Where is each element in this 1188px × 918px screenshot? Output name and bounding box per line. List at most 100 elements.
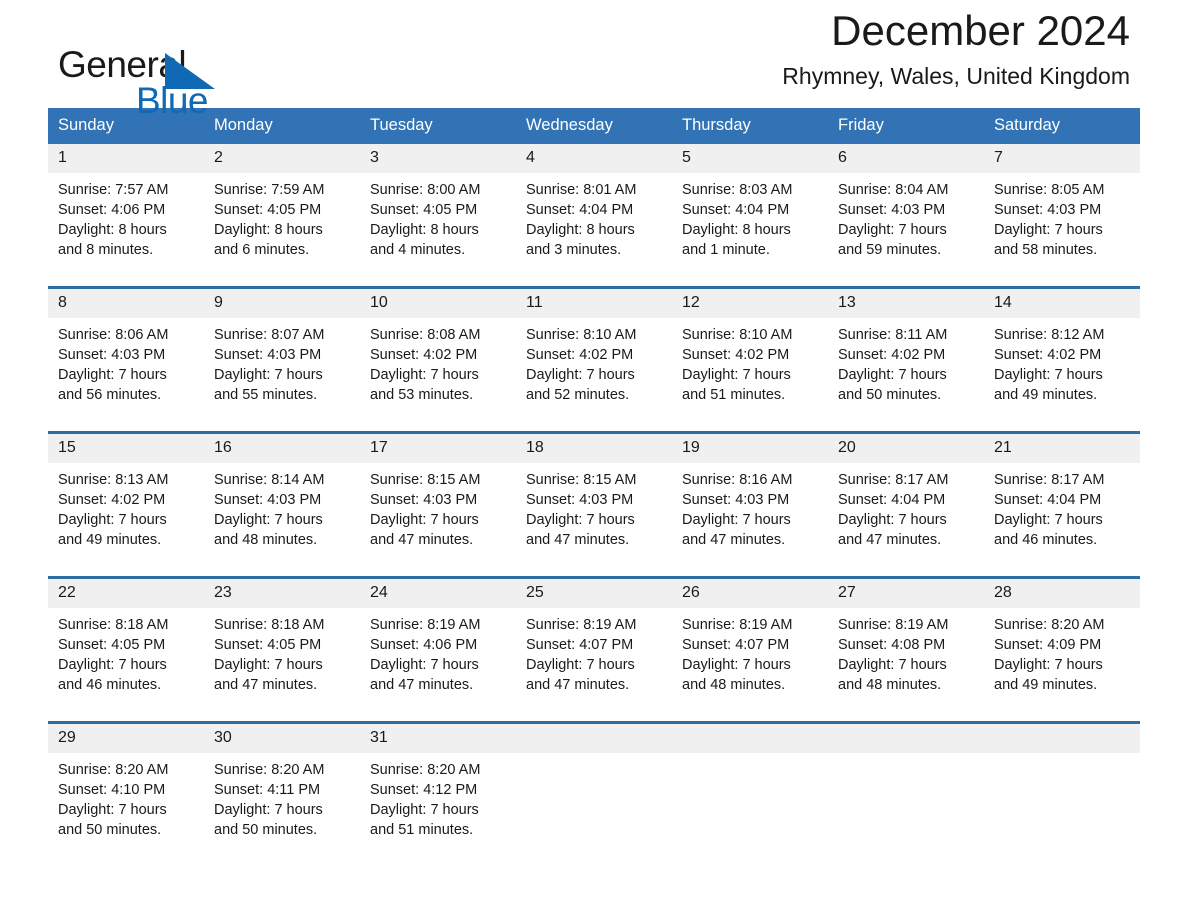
daylight-text-line2: and 59 minutes. xyxy=(838,242,942,258)
sunrise-text: Sunrise: 8:15 AM xyxy=(526,472,637,488)
daylight-text-line2: and 56 minutes. xyxy=(58,387,162,403)
title-block: December 2024 Rhymney, Wales, United Kin… xyxy=(782,6,1130,91)
daylight-text-line2: and 47 minutes. xyxy=(370,532,474,548)
day-cell: Sunrise: 8:15 AM Sunset: 4:03 PM Dayligh… xyxy=(360,463,516,578)
daylight-text-line1: Daylight: 7 hours xyxy=(58,657,167,673)
daylight-text-line2: and 46 minutes. xyxy=(994,532,1098,548)
daylight-text-line1: Daylight: 7 hours xyxy=(994,367,1103,383)
sunset-text: Sunset: 4:02 PM xyxy=(370,347,478,363)
day-cell: Sunrise: 8:10 AM Sunset: 4:02 PM Dayligh… xyxy=(516,318,672,433)
day-cell: Sunrise: 8:00 AM Sunset: 4:05 PM Dayligh… xyxy=(360,173,516,288)
day-number-empty xyxy=(984,721,1140,753)
sunrise-text: Sunrise: 8:10 AM xyxy=(526,327,637,343)
day-number: 10 xyxy=(360,286,516,318)
weekday-header-friday: Friday xyxy=(828,108,984,144)
daylight-text-line2: and 49 minutes. xyxy=(994,387,1098,403)
sunset-text: Sunset: 4:05 PM xyxy=(214,637,322,653)
sunset-text: Sunset: 4:03 PM xyxy=(682,492,790,508)
day-cell: Sunrise: 8:05 AM Sunset: 4:03 PM Dayligh… xyxy=(984,173,1140,288)
day-cell: Sunrise: 7:57 AM Sunset: 4:06 PM Dayligh… xyxy=(48,173,204,288)
sunrise-text: Sunrise: 8:19 AM xyxy=(526,617,637,633)
day-number: 24 xyxy=(360,576,516,608)
daylight-text-line1: Daylight: 7 hours xyxy=(526,367,635,383)
week-3-details: Sunrise: 8:13 AM Sunset: 4:02 PM Dayligh… xyxy=(48,463,1140,578)
day-cell: Sunrise: 8:16 AM Sunset: 4:03 PM Dayligh… xyxy=(672,463,828,578)
page-title: December 2024 xyxy=(831,7,1130,54)
daylight-text-line1: Daylight: 7 hours xyxy=(682,657,791,673)
day-cell: Sunrise: 8:11 AM Sunset: 4:02 PM Dayligh… xyxy=(828,318,984,433)
sunset-text: Sunset: 4:03 PM xyxy=(838,202,946,218)
daylight-text-line1: Daylight: 8 hours xyxy=(370,222,479,238)
sunrise-text: Sunrise: 8:13 AM xyxy=(58,472,169,488)
sunrise-text: Sunrise: 8:15 AM xyxy=(370,472,481,488)
day-number: 20 xyxy=(828,431,984,463)
day-cell: Sunrise: 8:04 AM Sunset: 4:03 PM Dayligh… xyxy=(828,173,984,288)
daylight-text-line2: and 47 minutes. xyxy=(526,677,630,693)
day-cell: Sunrise: 8:17 AM Sunset: 4:04 PM Dayligh… xyxy=(984,463,1140,578)
weekday-header-monday: Monday xyxy=(204,108,360,144)
daylight-text-line1: Daylight: 7 hours xyxy=(838,512,947,528)
day-number-empty xyxy=(516,721,672,753)
sunset-text: Sunset: 4:07 PM xyxy=(682,637,790,653)
sunrise-text: Sunrise: 8:20 AM xyxy=(214,762,325,778)
weekday-header-tuesday: Tuesday xyxy=(360,108,516,144)
day-cell: Sunrise: 8:01 AM Sunset: 4:04 PM Dayligh… xyxy=(516,173,672,288)
day-number: 5 xyxy=(672,144,828,173)
daylight-text-line2: and 50 minutes. xyxy=(214,822,318,838)
day-number: 18 xyxy=(516,431,672,463)
day-cell: Sunrise: 8:19 AM Sunset: 4:06 PM Dayligh… xyxy=(360,608,516,723)
daylight-text-line2: and 50 minutes. xyxy=(838,387,942,403)
sunrise-text: Sunrise: 8:00 AM xyxy=(370,182,481,198)
day-cell: Sunrise: 8:18 AM Sunset: 4:05 PM Dayligh… xyxy=(204,608,360,723)
week-3-daynumbers: 15 16 17 18 19 20 21 xyxy=(48,431,1140,463)
day-number-empty xyxy=(672,721,828,753)
week-4-details: Sunrise: 8:18 AM Sunset: 4:05 PM Dayligh… xyxy=(48,608,1140,723)
day-number: 7 xyxy=(984,144,1140,173)
week-1-details: Sunrise: 7:57 AM Sunset: 4:06 PM Dayligh… xyxy=(48,173,1140,288)
day-number: 13 xyxy=(828,286,984,318)
sunrise-text: Sunrise: 8:11 AM xyxy=(838,327,948,343)
day-cell: Sunrise: 7:59 AM Sunset: 4:05 PM Dayligh… xyxy=(204,173,360,288)
daylight-text-line1: Daylight: 7 hours xyxy=(370,657,479,673)
week-5-details: Sunrise: 8:20 AM Sunset: 4:10 PM Dayligh… xyxy=(48,753,1140,866)
daylight-text-line2: and 1 minute. xyxy=(682,242,770,258)
daylight-text-line1: Daylight: 7 hours xyxy=(994,512,1103,528)
sunrise-text: Sunrise: 8:14 AM xyxy=(214,472,325,488)
daylight-text-line1: Daylight: 7 hours xyxy=(214,367,323,383)
page-header: General Blue December 2024 Rhymney, Wale… xyxy=(48,0,1140,119)
sunrise-text: Sunrise: 8:16 AM xyxy=(682,472,793,488)
daylight-text-line1: Daylight: 7 hours xyxy=(838,657,947,673)
sunrise-text: Sunrise: 8:03 AM xyxy=(682,182,793,198)
sunset-text: Sunset: 4:08 PM xyxy=(838,637,946,653)
daylight-text-line2: and 4 minutes. xyxy=(370,242,466,258)
sunrise-sunset-calendar: Sunday Monday Tuesday Wednesday Thursday… xyxy=(48,108,1140,866)
daylight-text-line2: and 52 minutes. xyxy=(526,387,630,403)
weekday-header-thursday: Thursday xyxy=(672,108,828,144)
daylight-text-line1: Daylight: 7 hours xyxy=(214,657,323,673)
sunset-text: Sunset: 4:02 PM xyxy=(58,492,166,508)
daylight-text-line1: Daylight: 7 hours xyxy=(838,367,947,383)
daylight-text-line1: Daylight: 7 hours xyxy=(370,512,479,528)
day-number: 1 xyxy=(48,144,204,173)
daylight-text-line1: Daylight: 8 hours xyxy=(214,222,323,238)
daylight-text-line1: Daylight: 7 hours xyxy=(526,512,635,528)
daylight-text-line2: and 53 minutes. xyxy=(370,387,474,403)
daylight-text-line2: and 49 minutes. xyxy=(58,532,162,548)
daylight-text-line2: and 48 minutes. xyxy=(682,677,786,693)
daylight-text-line1: Daylight: 7 hours xyxy=(58,367,167,383)
sunset-text: Sunset: 4:04 PM xyxy=(838,492,946,508)
day-cell: Sunrise: 8:03 AM Sunset: 4:04 PM Dayligh… xyxy=(672,173,828,288)
sunrise-text: Sunrise: 8:20 AM xyxy=(58,762,169,778)
day-cell: Sunrise: 8:07 AM Sunset: 4:03 PM Dayligh… xyxy=(204,318,360,433)
day-cell: Sunrise: 8:20 AM Sunset: 4:10 PM Dayligh… xyxy=(48,753,204,866)
day-cell: Sunrise: 8:13 AM Sunset: 4:02 PM Dayligh… xyxy=(48,463,204,578)
daylight-text-line1: Daylight: 7 hours xyxy=(682,367,791,383)
daylight-text-line2: and 55 minutes. xyxy=(214,387,318,403)
day-number: 25 xyxy=(516,576,672,608)
daylight-text-line2: and 6 minutes. xyxy=(214,242,310,258)
day-cell: Sunrise: 8:06 AM Sunset: 4:03 PM Dayligh… xyxy=(48,318,204,433)
daylight-text-line1: Daylight: 7 hours xyxy=(58,512,167,528)
daylight-text-line1: Daylight: 8 hours xyxy=(682,222,791,238)
day-cell: Sunrise: 8:08 AM Sunset: 4:02 PM Dayligh… xyxy=(360,318,516,433)
sunrise-text: Sunrise: 8:17 AM xyxy=(994,472,1105,488)
